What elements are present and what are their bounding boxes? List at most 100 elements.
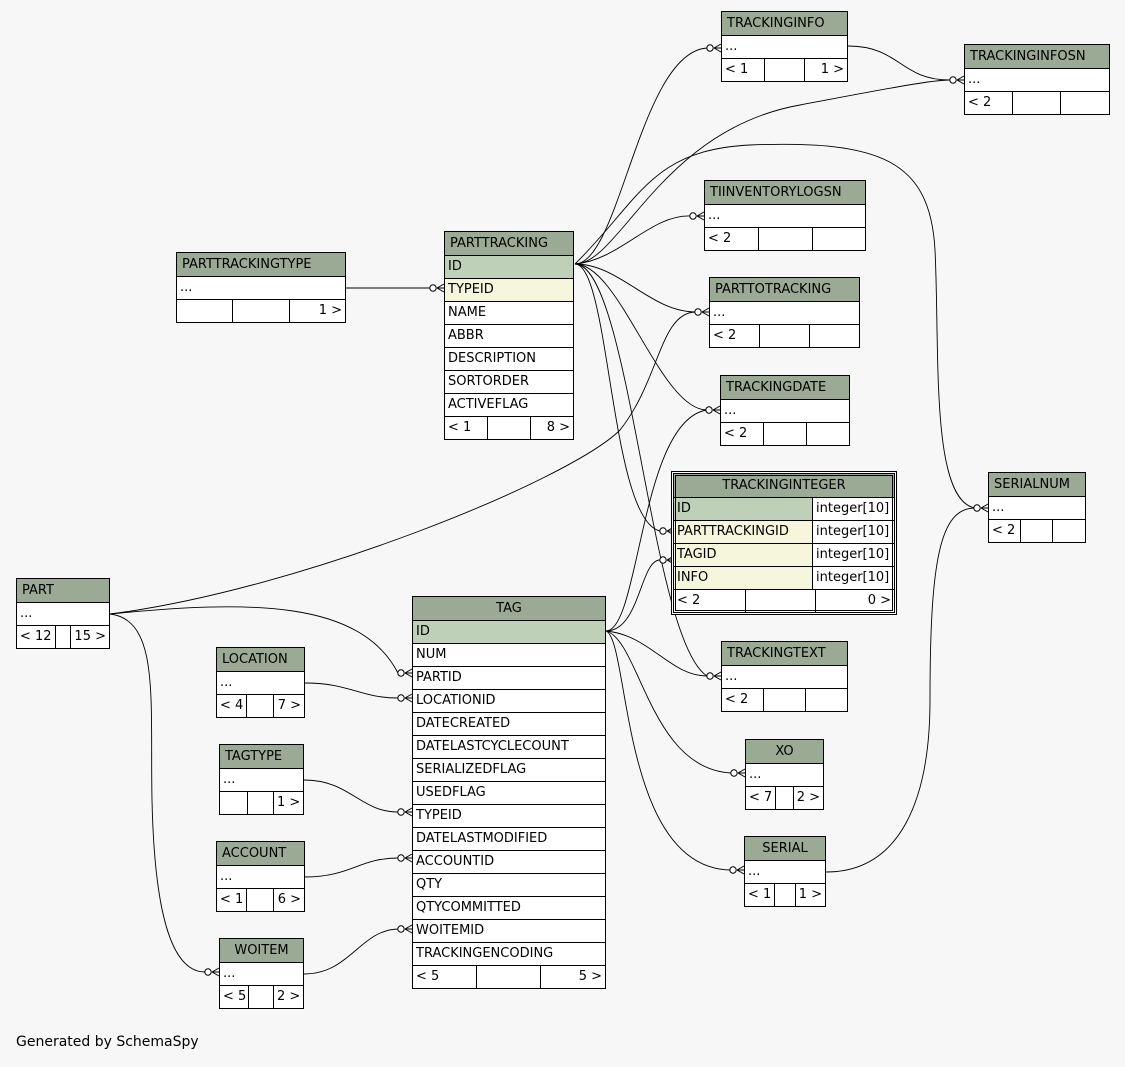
- table-column: ...: [745, 861, 825, 884]
- table-location[interactable]: LOCATION... < 4 7 >: [216, 647, 305, 718]
- many-marker: [211, 967, 220, 977]
- table-column: ...: [17, 603, 109, 626]
- table-column: NUM: [413, 644, 605, 667]
- relationship-line: [109, 613, 206, 973]
- relationship-counts: < 4 7 >: [217, 695, 304, 717]
- table-xo[interactable]: XO... < 7 2 >: [745, 739, 824, 810]
- table-name: TRACKINGDATE: [721, 376, 849, 400]
- many-marker: [436, 283, 445, 293]
- table-tagtype[interactable]: TAGTYPE... 1 >: [219, 744, 304, 815]
- optional-marker: [694, 308, 702, 316]
- relationship-counts: 1 >: [220, 792, 303, 814]
- relationship-counts: < 2: [705, 228, 865, 250]
- relationship-counts: < 2: [721, 423, 849, 445]
- table-column: ...: [177, 277, 345, 300]
- relationship-line: [109, 311, 697, 615]
- column-name: TYPEID: [416, 808, 462, 823]
- column-name: ...: [20, 606, 33, 621]
- table-column: ACCOUNTID: [413, 851, 605, 874]
- table-column: ABBR: [445, 325, 573, 348]
- table-column: TYPEID: [445, 279, 573, 302]
- spacer: [247, 695, 274, 717]
- relationship-counts: < 7 2 >: [746, 787, 823, 809]
- table-serialnum[interactable]: SERIALNUM... < 2: [988, 472, 1086, 543]
- table-trackinginfosn[interactable]: TRACKINGINFOSN... < 2: [964, 44, 1110, 115]
- table-parttotracking[interactable]: PARTTOTRACKING... < 2: [709, 277, 860, 348]
- relationship-counts: < 2: [989, 520, 1085, 542]
- table-tiinventorylogsn[interactable]: TIINVENTORYLOGSN... < 2: [704, 180, 866, 251]
- relationship-counts: < 1 8 >: [445, 417, 573, 439]
- child-count: 1 >: [798, 887, 822, 902]
- relationship-counts: < 2: [965, 92, 1109, 114]
- table-woitem[interactable]: WOITEM... < 5 2 >: [219, 938, 304, 1009]
- table-column: INFO integer[10]: [674, 567, 894, 590]
- column-type: integer[10]: [812, 567, 894, 589]
- table-tag[interactable]: TAG ID NUM PARTID LOCATIONID DATECREATED DATEL…: [412, 596, 606, 989]
- column-name: ...: [725, 669, 738, 684]
- table-serial[interactable]: SERIAL... < 1 1 >: [744, 836, 826, 907]
- column-type: integer[10]: [812, 544, 894, 566]
- spacer: [759, 228, 813, 250]
- parent-count: < 12: [17, 626, 56, 648]
- relationship-counts: < 2 0 >: [674, 590, 894, 612]
- table-account[interactable]: ACCOUNT... < 1 6 >: [216, 841, 305, 912]
- table-column: QTYCOMMITTED: [413, 897, 605, 920]
- column-name: WOITEMID: [416, 923, 485, 938]
- table-name: TAGTYPE: [220, 745, 303, 769]
- many-marker: [713, 43, 722, 53]
- table-column: TYPEID: [413, 805, 605, 828]
- table-parttrackingtype[interactable]: PARTTRACKINGTYPE... 1 >: [176, 252, 346, 323]
- table-trackingdate[interactable]: TRACKINGDATE... < 2: [720, 375, 850, 446]
- column-name: DATECREATED: [416, 716, 511, 731]
- column-name: ...: [223, 966, 236, 981]
- column-name: ...: [748, 864, 761, 879]
- column-name: ID: [448, 259, 462, 274]
- table-trackinginfo[interactable]: TRACKINGINFO... < 1 1 >: [721, 11, 848, 82]
- spacer: [1021, 520, 1053, 542]
- optional-marker: [706, 44, 714, 52]
- parent-count: < 1: [745, 884, 776, 906]
- table-name: WOITEM: [220, 939, 303, 963]
- column-name: PARTID: [416, 670, 462, 685]
- relationship-line: [303, 779, 399, 813]
- child-count: 0 >: [867, 593, 891, 608]
- column-name: SORTORDER: [448, 374, 530, 389]
- table-parttracking[interactable]: PARTTRACKING ID TYPEID NAME ABBR DESCRIPTION S…: [444, 231, 574, 440]
- optional-marker: [949, 76, 957, 84]
- column-name: DATELASTMODIFIED: [416, 831, 548, 846]
- spacer: [247, 889, 274, 911]
- table-column: USEDFLAG: [413, 782, 605, 805]
- column-name: ...: [220, 675, 233, 690]
- column-type: integer[10]: [812, 521, 894, 543]
- table-part[interactable]: PART... < 12 15 >: [16, 578, 110, 649]
- child-count: 15 >: [74, 629, 106, 644]
- relationship-line: [574, 47, 709, 265]
- child-count: 1 >: [277, 795, 301, 810]
- optional-marker: [397, 694, 405, 702]
- relationship-line: [605, 559, 661, 632]
- column-name: TYPEID: [448, 282, 494, 297]
- column-name: TRACKINGENCODING: [416, 946, 554, 961]
- table-trackinginteger[interactable]: TRACKINGINTEGER ID integer[10] PARTTRACKING…: [671, 471, 897, 615]
- table-name: TRACKINGINTEGER: [674, 474, 894, 498]
- optional-marker: [659, 527, 667, 535]
- table-column: ...: [722, 36, 847, 59]
- optional-marker: [973, 504, 981, 512]
- column-name: NUM: [416, 647, 447, 662]
- spacer: [776, 787, 794, 809]
- optional-marker: [730, 769, 738, 777]
- column-name: ...: [724, 403, 737, 418]
- many-marker: [737, 768, 746, 778]
- table-name: PART: [17, 579, 109, 603]
- many-marker: [736, 865, 745, 875]
- table-column: ...: [721, 400, 849, 423]
- table-trackingtext[interactable]: TRACKINGTEXT... < 2: [721, 641, 848, 712]
- relationship-line: [574, 215, 691, 265]
- child-count: 6 >: [277, 892, 301, 907]
- optional-marker: [204, 968, 212, 976]
- column-name: ID: [416, 624, 430, 639]
- column-name: DATELASTCYCLECOUNT: [416, 739, 569, 754]
- column-name: INFO: [677, 570, 709, 585]
- optional-marker: [397, 854, 405, 862]
- table-name: SERIALNUM: [989, 473, 1085, 497]
